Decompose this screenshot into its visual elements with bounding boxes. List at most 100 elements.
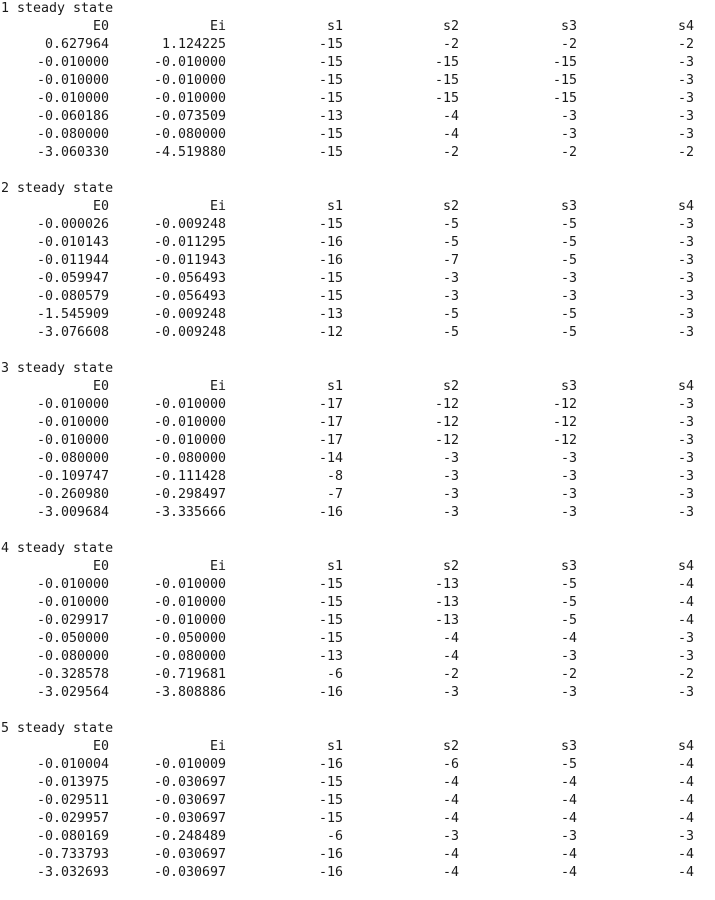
table-cell: -3	[442, 829, 459, 844]
table-row: -0.080169 -0.248489 -6 -3 -3 -3	[1, 828, 715, 846]
column-header: Ei	[209, 379, 226, 394]
table-cell: -15	[434, 91, 459, 106]
column-header: s2	[442, 19, 459, 34]
table-row: -0.059947 -0.056493 -15 -3 -3 -3	[1, 270, 715, 288]
table-cell: -3	[677, 271, 694, 286]
table-cell: -4	[560, 847, 577, 862]
table-cell: -0.010000	[36, 595, 109, 610]
table-row: -0.080000 -0.080000 -15 -4 -3 -3	[1, 126, 715, 144]
table-cell: -17	[318, 415, 343, 430]
table-cell: -4	[442, 775, 459, 790]
table-cell: -2	[560, 37, 577, 52]
table-row: -1.545909 -0.009248 -13 -5 -5 -3	[1, 306, 715, 324]
table-cell: -0.029511	[36, 793, 109, 808]
table-cell: -5	[560, 325, 577, 340]
table-cell: -5	[560, 217, 577, 232]
table-cell: -0.010000	[36, 55, 109, 70]
table-cell: -16	[318, 235, 343, 250]
column-header-row: E0 Ei s1 s2 s3 s4	[1, 738, 715, 756]
table-cell: -0.080000	[36, 451, 109, 466]
table-cell: -0.059947	[36, 271, 109, 286]
table-cell: -3	[560, 649, 577, 664]
table-cell: -3	[677, 109, 694, 124]
table-cell: -15	[434, 73, 459, 88]
table-cell: -0.010000	[36, 73, 109, 88]
block-title: 3 steady state	[1, 361, 114, 376]
table-cell: -3	[560, 829, 577, 844]
table-cell: -15	[318, 127, 343, 142]
table-row: -0.010000 -0.010000 -17 -12 -12 -3	[1, 396, 715, 414]
table-cell: -0.030697	[153, 865, 226, 880]
column-header: s4	[677, 559, 694, 574]
table-cell: -4	[677, 613, 694, 628]
table-cell: -0.029957	[36, 811, 109, 826]
table-cell: -0.109747	[36, 469, 109, 484]
table-cell: -13	[318, 649, 343, 664]
table-cell: -0.010000	[36, 415, 109, 430]
table-cell: -4	[442, 847, 459, 862]
column-header: E0	[92, 19, 109, 34]
column-header: Ei	[209, 199, 226, 214]
table-cell: -12	[552, 397, 577, 412]
table-cell: -4	[560, 793, 577, 808]
table-row: -0.010143 -0.011295 -16 -5 -5 -3	[1, 234, 715, 252]
table-cell: -0.328578	[36, 667, 109, 682]
table-cell: -16	[318, 865, 343, 880]
column-header: Ei	[209, 559, 226, 574]
table-row: -0.060186 -0.073509 -13 -4 -3 -3	[1, 108, 715, 126]
table-cell: -12	[434, 415, 459, 430]
table-cell: -3	[677, 91, 694, 106]
table-cell: -3	[677, 397, 694, 412]
table-cell: -7	[326, 487, 343, 502]
table-cell: -14	[318, 451, 343, 466]
table-cell: -16	[318, 253, 343, 268]
table-row: -3.032693 -0.030697 -16 -4 -4 -4	[1, 864, 715, 882]
column-header: s1	[326, 559, 343, 574]
table-cell: -4	[442, 127, 459, 142]
table-cell: -3.029564	[36, 685, 109, 700]
column-header: s1	[326, 199, 343, 214]
table-cell: -4	[560, 811, 577, 826]
table-cell: -8	[326, 469, 343, 484]
column-header: s2	[442, 559, 459, 574]
table-cell: -4	[442, 811, 459, 826]
table-cell: -3	[560, 469, 577, 484]
table-cell: -15	[552, 73, 577, 88]
table-cell: -3	[442, 469, 459, 484]
column-header: s4	[677, 199, 694, 214]
table-cell: -17	[318, 397, 343, 412]
table-cell: -0.050000	[36, 631, 109, 646]
table-cell: -2	[677, 145, 694, 160]
block-title-line: 3 steady state	[1, 360, 715, 378]
table-cell: -3	[677, 73, 694, 88]
steady-state-block: 3 steady state E0 Ei s1 s2 s3 s4 -0.010000 -0.01…	[1, 360, 715, 540]
steady-state-block: 4 steady state E0 Ei s1 s2 s3 s4 -0.010000 -0.01…	[1, 540, 715, 720]
table-cell: -0.080000	[153, 649, 226, 664]
column-header: s2	[442, 379, 459, 394]
table-cell: -3	[442, 271, 459, 286]
table-cell: -3	[677, 451, 694, 466]
table-cell: -2	[560, 145, 577, 160]
column-header-row: E0 Ei s1 s2 s3 s4	[1, 378, 715, 396]
table-cell: -5	[560, 595, 577, 610]
table-cell: -13	[318, 109, 343, 124]
table-cell: -2	[677, 37, 694, 52]
table-cell: -15	[318, 631, 343, 646]
table-cell: -4	[677, 847, 694, 862]
column-header: s4	[677, 19, 694, 34]
table-cell: -0.719681	[153, 667, 226, 682]
column-header: s1	[326, 19, 343, 34]
table-cell: 0.627964	[44, 37, 109, 52]
table-cell: -13	[434, 613, 459, 628]
steady-state-block: 1 steady state E0 Ei s1 s2 s3 s4 0.627964 1.1242…	[1, 0, 715, 180]
table-row: 0.627964 1.124225 -15 -2 -2 -2	[1, 36, 715, 54]
table-cell: -2	[560, 667, 577, 682]
column-header: s1	[326, 379, 343, 394]
table-cell: -0.050000	[153, 631, 226, 646]
table-cell: -0.010143	[36, 235, 109, 250]
table-cell: -15	[318, 37, 343, 52]
table-cell: -3	[677, 487, 694, 502]
table-cell: -5	[442, 217, 459, 232]
table-cell: -3	[560, 271, 577, 286]
table-cell: -12	[434, 397, 459, 412]
